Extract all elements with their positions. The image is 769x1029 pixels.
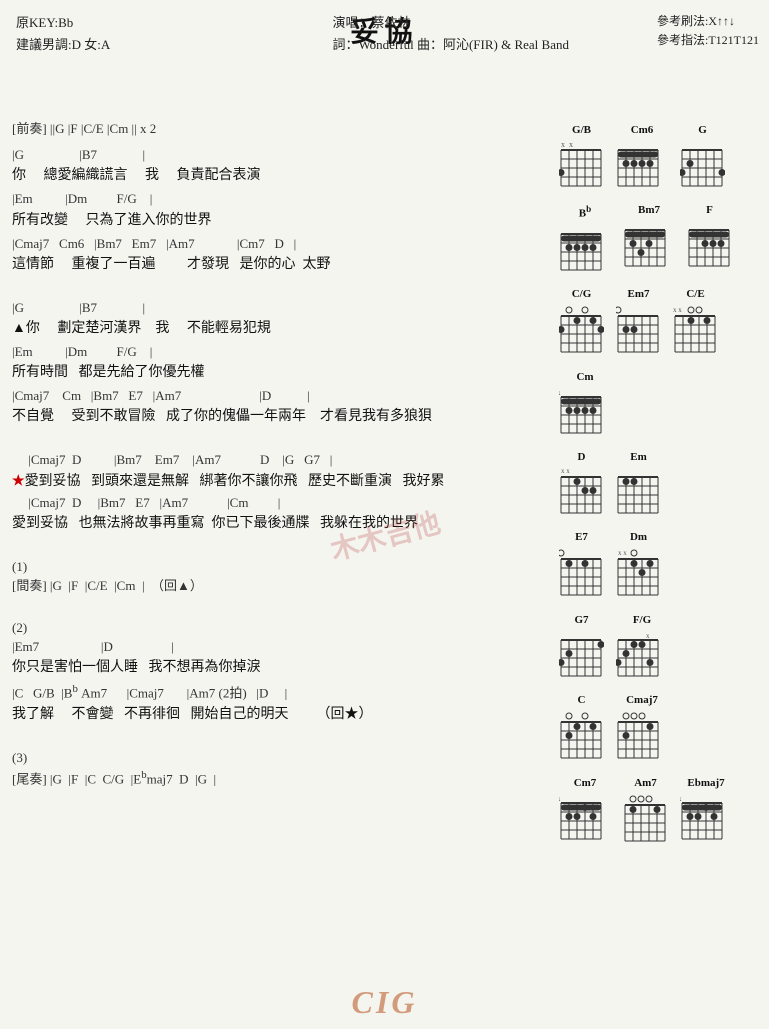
suggested-key: 建議男調:D 女:A bbox=[16, 34, 110, 56]
svg-text:x x: x x bbox=[673, 306, 682, 314]
verse1b-chords: |Em |Dm F/G | bbox=[12, 190, 549, 208]
lyrics-col: [前奏] ||G |F |C/E |Cm || x 2 |G |B7 | 你 總… bbox=[12, 120, 557, 856]
chord-em-diag: Em bbox=[616, 451, 661, 517]
composer: 詞：Wonderful 曲：阿沁(FIR) & Real Band bbox=[332, 34, 569, 56]
outro-content: [尾奏] |G |F |C C/G |Ebmaj7 D |G | bbox=[12, 768, 549, 789]
chord-row-5: D bbox=[557, 447, 757, 523]
chorus2-lyrics: 愛到妥協 也無法將故事再重寫 你已下最後通牒 我躲在我的世界 bbox=[12, 513, 549, 534]
prelude-label: [前奏] ||G |F |C/E |Cm || x 2 bbox=[12, 120, 549, 138]
original-key: 原KEY:Bb bbox=[16, 12, 110, 34]
chord-cm6: Cm6 3 bbox=[616, 124, 668, 190]
chord-row-2: Bb 2 bbox=[557, 200, 757, 280]
chord-am7-diag: Am7 bbox=[623, 777, 668, 846]
strumming-info: 參考刷法:X↑↑↓ 參考指法:T121T121 bbox=[657, 12, 759, 50]
verse1b-lyrics: 所有改變 只為了進入你的世界 bbox=[12, 210, 549, 231]
bridge-label: (2) bbox=[12, 619, 549, 637]
verse2a-chords: |G |B7 | bbox=[12, 299, 549, 317]
chord-bb: Bb 2 bbox=[559, 204, 611, 274]
svg-text:x: x bbox=[569, 140, 573, 149]
chord-e7: E7 bbox=[559, 531, 604, 600]
chord-gb: G/B x x bbox=[559, 124, 604, 190]
chord-row-7: G7 bbox=[557, 610, 757, 686]
chord-row-9: Cm7 3 x bbox=[557, 773, 757, 852]
verse2b-chords: |Em |Dm F/G | bbox=[12, 343, 549, 361]
svg-text:x: x bbox=[559, 389, 561, 397]
chord-dm: Dm bbox=[616, 531, 661, 600]
chord-fg: F/G x bbox=[616, 614, 668, 680]
svg-text:x: x bbox=[561, 140, 565, 149]
bridge2-lyrics: 我了解 不會變 不再徘徊 開始自己的明天 （回★） bbox=[12, 704, 549, 725]
chord-ebmaj7-diag: Ebmaj7 6 x bbox=[680, 777, 732, 846]
verse2a-lyrics: ▲你 劃定楚河漢界 我 不能輕易犯規 bbox=[12, 318, 549, 339]
meta-right: 演唱：蔡依林 詞：Wonderful 曲：阿沁(FIR) & Real Band bbox=[332, 12, 569, 56]
svg-text:x: x bbox=[680, 795, 682, 803]
bridge-section: (2) |Em7 |D | 你只是害怕一個人睡 我不想再為你掉淚 |C G/B … bbox=[12, 619, 549, 725]
svg-text:x: x bbox=[646, 632, 650, 640]
bridge-lyrics: 你只是害怕一個人睡 我不想再為你掉淚 bbox=[12, 657, 549, 678]
outro-section: (3) [尾奏] |G |F |C C/G |Ebmaj7 D |G | bbox=[12, 749, 549, 789]
chord-bm7: Bm7 2 bbox=[623, 204, 675, 274]
verse1a-chords: |G |B7 | bbox=[12, 146, 549, 164]
chord-row-1: G/B x x bbox=[557, 120, 757, 196]
chord-f: F bbox=[687, 204, 732, 274]
meta-left: 原KEY:Bb 建議男調:D 女:A bbox=[16, 12, 110, 56]
svg-text:x: x bbox=[559, 795, 561, 803]
chord-row-6: E7 bbox=[557, 527, 757, 606]
verse1c-lyrics: 這情節 重複了一百遍 才發現 是你的心 太野 bbox=[12, 254, 549, 275]
chord-g: G bbox=[680, 124, 725, 190]
svg-text:x x: x x bbox=[618, 549, 627, 557]
chord-row-3: C/G bbox=[557, 284, 757, 363]
content-area: [前奏] ||G |F |C/E |Cm || x 2 |G |B7 | 你 總… bbox=[12, 120, 757, 856]
bridge-chords: |Em7 |D | bbox=[12, 638, 549, 656]
chord-row-8: C bbox=[557, 690, 757, 769]
page: 原KEY:Bb 建議男調:D 女:A 妥協 演唱：蔡依林 詞：Wonderful… bbox=[0, 0, 769, 1029]
chord-ce: C/E x x bbox=[673, 288, 718, 357]
strumming: 參考刷法:X↑↑↓ bbox=[657, 12, 759, 31]
verse1a-lyrics: 你 總愛編織謊言 我 負責配合表演 bbox=[12, 165, 549, 186]
chord-em7: Em7 bbox=[616, 288, 661, 357]
verse2c-chords: |Cmaj7 Cm |Bm7 E7 |Am7 |D | bbox=[12, 387, 549, 405]
outro-label: (3) bbox=[12, 749, 549, 767]
fingering: 參考指法:T121T121 bbox=[657, 31, 759, 50]
verse1-section: |G |B7 | 你 總愛編織謊言 我 負責配合表演 |Em |Dm F/G |… bbox=[12, 146, 549, 275]
cig-text: CIG bbox=[352, 984, 418, 1021]
chord-g7: G7 bbox=[559, 614, 604, 680]
chorus1-lyrics: ★愛到妥協 到頭來還是無解 綁著你不讓你飛 歷史不斷重演 我好累 bbox=[12, 471, 549, 492]
chord-c: C bbox=[559, 694, 604, 763]
chorus2-chords: |Cmaj7 D |Bm7 E7 |Am7 |Cm | bbox=[12, 494, 549, 512]
chord-cm: Cm 3 x bbox=[559, 371, 611, 437]
verse1c-chords: |Cmaj7 Cm6 |Bm7 Em7 |Am7 |Cm7 D | bbox=[12, 235, 549, 253]
svg-text:x x: x x bbox=[561, 467, 570, 475]
chorus-section: |Cmaj7 D |Bm7 Em7 |Am7 D |G G7 | ★愛到妥協 到… bbox=[12, 451, 549, 533]
chorus1-chords: |Cmaj7 D |Bm7 Em7 |Am7 D |G G7 | bbox=[12, 451, 549, 469]
interlude1-section: (1) [間奏] |G |F |C/E |Cm | （回▲） bbox=[12, 558, 549, 595]
chord-cmaj7-diag: Cmaj7 bbox=[616, 694, 668, 763]
chord-row-4: Cm 3 x bbox=[557, 367, 757, 443]
prelude-bracket: [前奏] bbox=[12, 121, 50, 136]
chord-cg: C/G bbox=[559, 288, 604, 357]
verse2-section: |G |B7 | ▲你 劃定楚河漢界 我 不能輕易犯規 |Em |Dm F/G … bbox=[12, 299, 549, 428]
chord-d: D bbox=[559, 451, 604, 517]
verse2c-lyrics: 不自覺 受到不敢冒險 成了你的傀儡一年兩年 才看見我有多狼狽 bbox=[12, 406, 549, 427]
bridge2-chords: |C G/B |Bb Am7 |Cmaj7 |Am7 (2拍) |D | bbox=[12, 682, 549, 703]
prelude-section: [前奏] ||G |F |C/E |Cm || x 2 bbox=[12, 120, 549, 138]
chord-cm7-diag: Cm7 3 x bbox=[559, 777, 611, 846]
singer: 演唱：蔡依林 bbox=[332, 12, 569, 34]
verse2b-lyrics: 所有時間 都是先給了你優先權 bbox=[12, 362, 549, 383]
interlude1-content: [間奏] |G |F |C/E |Cm | （回▲） bbox=[12, 577, 549, 595]
interlude1-label: (1) bbox=[12, 558, 549, 576]
chords-col: G/B x x bbox=[557, 120, 757, 856]
